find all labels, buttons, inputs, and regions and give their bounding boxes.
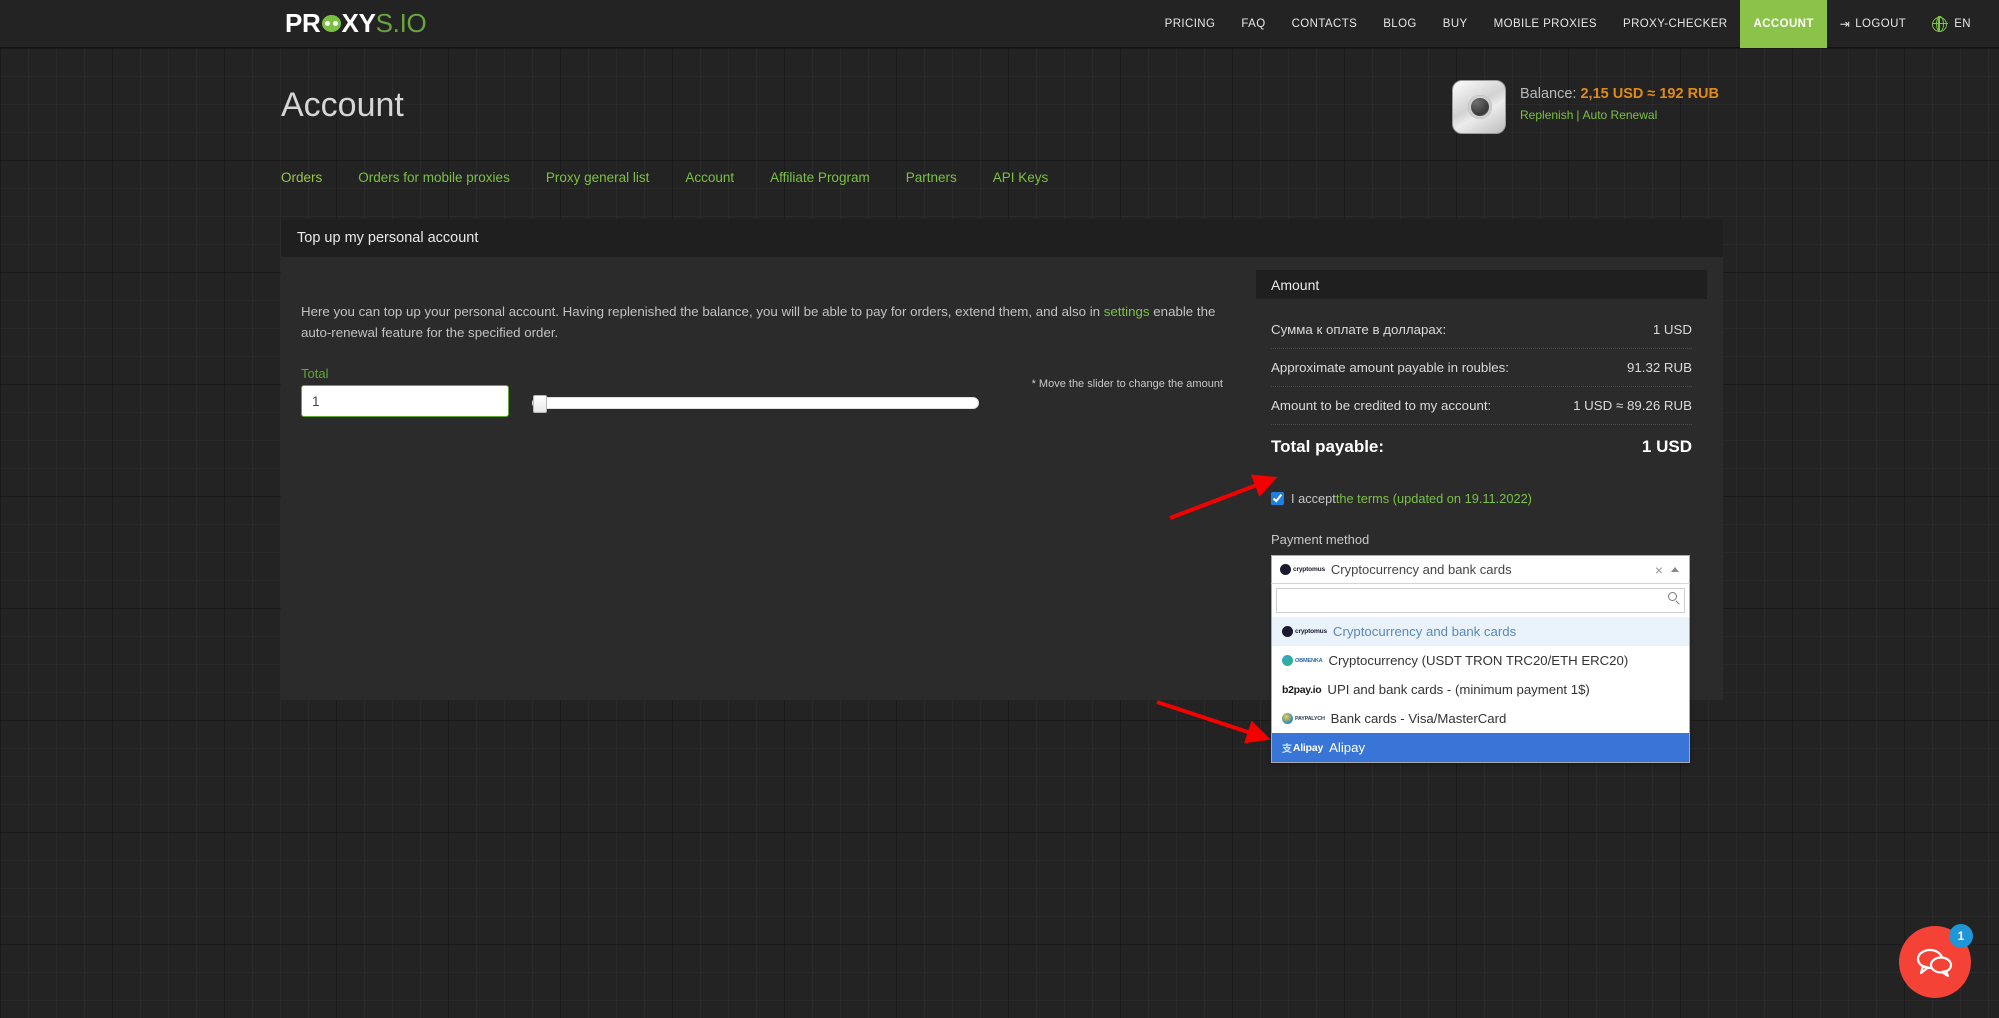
nav-item-mobile-proxies[interactable]: MOBILE PROXIES xyxy=(1481,0,1610,48)
total-payable-row: Total payable: 1 USD xyxy=(1271,427,1692,467)
dropdown-option-b2pay[interactable]: b2pay.io UPI and bank cards - (minimum p… xyxy=(1272,675,1689,704)
cryptomus-logo-icon: cryptomus xyxy=(1280,564,1325,575)
dropdown-option-label: Cryptocurrency (USDT TRON TRC20/ETH ERC2… xyxy=(1328,653,1629,668)
balance-line: Balance: 2,15 USD ≈ 192 RUB xyxy=(1520,86,1719,102)
language-label: EN xyxy=(1954,18,1971,30)
cryptomus-logo-icon: cryptomus xyxy=(1282,626,1327,637)
dropdown-option-label: Cryptocurrency and bank cards xyxy=(1332,624,1517,639)
chat-bubbles-icon xyxy=(1916,948,1953,978)
top-navigation-bar: PR XY S.IO PRICING FAQ CONTACTS BLOG BUY M… xyxy=(0,0,1999,48)
balance-links-separator: | xyxy=(1576,108,1580,122)
replenish-link[interactable]: Replenish xyxy=(1520,108,1573,122)
payment-method-label: Payment method xyxy=(1271,532,1370,547)
tab-account[interactable]: Account xyxy=(685,170,734,185)
page-title: Account xyxy=(281,86,404,124)
language-selector[interactable]: EN xyxy=(1919,0,1999,48)
payment-method-select-box[interactable]: cryptomus Cryptocurrency and bank cards … xyxy=(1271,555,1690,584)
total-label: Total xyxy=(301,366,329,381)
close-icon[interactable]: × xyxy=(1647,562,1671,578)
dropdown-option-label: UPI and bank cards - (minimum payment 1$… xyxy=(1327,682,1590,697)
payment-method-select: cryptomus Cryptocurrency and bank cards … xyxy=(1271,555,1690,763)
nav-item-logout[interactable]: ⇥ LOGOUT xyxy=(1827,0,1919,48)
terms-link[interactable]: the terms (updated on 19.11.2022) xyxy=(1336,491,1532,506)
logo-text-part1: PR xyxy=(285,8,321,38)
total-amount-input[interactable] xyxy=(301,385,509,417)
amount-slider[interactable] xyxy=(532,395,979,413)
total-payable-value: 1 USD xyxy=(1641,437,1692,456)
main-nav: PRICING FAQ CONTACTS BLOG BUY MOBILE PRO… xyxy=(1152,0,1999,48)
panel-title: Top up my personal account xyxy=(281,219,1723,257)
globe-icon xyxy=(1931,15,1948,33)
nav-item-pricing[interactable]: PRICING xyxy=(1152,0,1229,48)
amount-row: Approximate amount payable in roubles: 9… xyxy=(1271,349,1692,387)
dropdown-search-input[interactable] xyxy=(1276,588,1685,613)
amount-row-value: 1 USD ≈ 89.26 RUB xyxy=(1573,398,1692,413)
amount-summary-box: Amount Сумма к оплате в долларах: 1 USD … xyxy=(1256,270,1707,763)
tab-affiliate-program[interactable]: Affiliate Program xyxy=(770,170,870,185)
amount-row-value: 91.32 RUB xyxy=(1626,360,1692,375)
dropdown-option-label: Alipay xyxy=(1329,740,1366,755)
description-text-part1: Here you can top up your personal accoun… xyxy=(301,304,1104,319)
chevron-up-icon[interactable] xyxy=(1671,567,1679,572)
dropdown-option-cryptomus[interactable]: cryptomus Cryptocurrency and bank cards xyxy=(1272,617,1689,646)
tab-orders[interactable]: Orders xyxy=(281,170,322,185)
dropdown-option-alipay[interactable]: 支 Alipay Alipay xyxy=(1272,733,1689,762)
logo-text-part3: S.IO xyxy=(375,8,427,38)
nav-item-account[interactable]: ACCOUNT xyxy=(1740,0,1827,48)
payment-method-selected-text: cryptomus Cryptocurrency and bank cards xyxy=(1280,562,1647,577)
balance-label: Balance: xyxy=(1520,86,1577,102)
b2pay-logo-icon: b2pay.io xyxy=(1282,683,1322,696)
logout-icon: ⇥ xyxy=(1839,17,1851,31)
payment-method-dropdown: cryptomus Cryptocurrency and bank cards … xyxy=(1271,584,1690,763)
auto-renewal-link[interactable]: Auto Renewal xyxy=(1583,108,1658,122)
wallet-icon xyxy=(1452,80,1507,134)
slider-track[interactable] xyxy=(532,397,979,409)
nav-item-faq[interactable]: FAQ xyxy=(1228,0,1278,48)
amount-row: Amount to be credited to my account: 1 U… xyxy=(1271,387,1692,425)
panel-description: Here you can top up your personal accoun… xyxy=(301,302,1231,343)
selected-option-label: Cryptocurrency and bank cards xyxy=(1330,562,1512,577)
logout-label: LOGOUT xyxy=(1855,18,1907,30)
terms-acceptance-row: I accept the terms (updated on 19.11.202… xyxy=(1271,491,1707,506)
nav-item-buy[interactable]: BUY xyxy=(1430,0,1481,48)
logo-text-part2: XY xyxy=(341,8,376,38)
account-tabs: Orders Orders for mobile proxies Proxy g… xyxy=(281,170,1084,185)
balance-amount: 2,15 USD ≈ 192 RUB xyxy=(1580,86,1719,102)
tab-api-keys[interactable]: API Keys xyxy=(993,170,1049,185)
dropdown-option-list: cryptomus Cryptocurrency and bank cards … xyxy=(1272,617,1689,762)
tab-partners[interactable]: Partners xyxy=(906,170,957,185)
terms-prefix-label: I accept xyxy=(1291,491,1336,506)
alipay-logo-icon: 支 Alipay xyxy=(1282,741,1324,756)
top-up-panel: Top up my personal account Here you can … xyxy=(281,219,1723,763)
search-icon xyxy=(1668,592,1677,601)
dropdown-option-label: Bank cards - Visa/MasterCard xyxy=(1330,711,1507,726)
chat-unread-badge: 1 xyxy=(1949,924,1973,948)
logo-orb-icon xyxy=(321,15,341,32)
dropdown-option-paypalych[interactable]: PAYPALYCH Bank cards - Visa/MasterCard xyxy=(1272,704,1689,733)
total-payable-label: Total payable: xyxy=(1271,437,1385,456)
dropdown-option-obmenka[interactable]: OBMENKA Cryptocurrency (USDT TRON TRC20/… xyxy=(1272,646,1689,675)
paypalych-logo-icon: PAYPALYCH xyxy=(1282,713,1325,724)
site-logo[interactable]: PR XY S.IO xyxy=(285,0,427,47)
balance-widget: Balance: 2,15 USD ≈ 192 RUB Replenish | Au… xyxy=(1452,80,1719,134)
dropdown-search-wrapper xyxy=(1272,584,1689,617)
tab-proxy-general-list[interactable]: Proxy general list xyxy=(546,170,650,185)
amount-box-title: Amount xyxy=(1256,270,1707,299)
amount-row-value: 1 USD xyxy=(1652,322,1692,337)
amount-row-label: Approximate amount payable in roubles: xyxy=(1271,360,1510,375)
accept-terms-checkbox[interactable] xyxy=(1271,492,1284,505)
slider-handle[interactable] xyxy=(533,395,547,413)
nav-item-blog[interactable]: BLOG xyxy=(1370,0,1430,48)
slider-hint-text: * Move the slider to change the amount xyxy=(1031,378,1223,390)
amount-row-label: Amount to be credited to my account: xyxy=(1271,398,1492,413)
page-header-area: Account Balance: 2,15 USD ≈ 192 RUB Repl… xyxy=(0,80,1999,160)
chat-widget-button[interactable]: 1 xyxy=(1899,924,1973,998)
amount-row: Сумма к оплате в долларах: 1 USD xyxy=(1271,311,1692,349)
settings-link[interactable]: settings xyxy=(1104,304,1150,319)
nav-item-proxy-checker[interactable]: PROXY-CHECKER xyxy=(1610,0,1740,48)
obmenka-logo-icon: OBMENKA xyxy=(1282,655,1323,666)
tab-orders-for-mobile-proxies[interactable]: Orders for mobile proxies xyxy=(358,170,510,185)
amount-row-label: Сумма к оплате в долларах: xyxy=(1271,322,1447,337)
nav-item-contacts[interactable]: CONTACTS xyxy=(1279,0,1371,48)
